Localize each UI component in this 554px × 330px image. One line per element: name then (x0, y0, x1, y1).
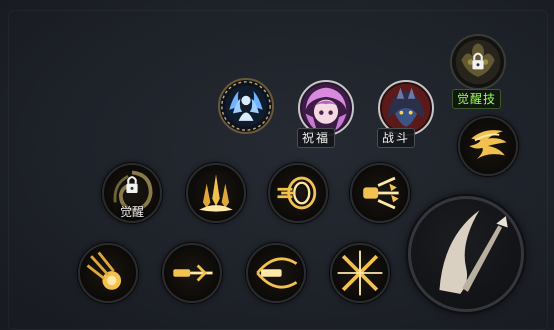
awaken-locked-skill-button[interactable]: 觉醒 (102, 163, 162, 223)
cannon-arc-skill-button[interactable] (246, 243, 306, 303)
meteor-skill-icon (86, 251, 122, 290)
combat-label: 战斗 (377, 128, 416, 148)
crystal-burst-skill-button[interactable] (186, 163, 246, 223)
dash-skill-icon (469, 130, 507, 160)
awaken-skill-button[interactable] (450, 34, 506, 90)
spirit-figure-icon (221, 81, 271, 131)
character-portrait-icon (301, 83, 351, 133)
attack-button[interactable] (408, 196, 524, 312)
fist-strike-icon (363, 176, 399, 210)
awaken-skill-slot-label: 觉醒 (119, 205, 144, 219)
cannon-arc-icon (256, 257, 298, 289)
cross-slash-icon (337, 250, 383, 296)
dash-skill-button[interactable] (458, 116, 518, 176)
cross-slash-skill-button[interactable] (330, 243, 390, 303)
character-portrait-icon (381, 83, 431, 133)
blessing-label: 祝福 (297, 128, 336, 148)
vortex-skill-button[interactable] (268, 163, 328, 223)
blade-attack-icon (439, 210, 508, 294)
fist-strike-skill-button[interactable] (350, 163, 410, 223)
meteor-skill-button[interactable] (78, 243, 138, 303)
lock-icon (472, 52, 484, 70)
gun-shot-skill-button[interactable] (162, 243, 222, 303)
crystal-burst-icon (199, 174, 233, 212)
gun-shot-icon (173, 264, 213, 282)
spirit-skill-button[interactable] (218, 78, 274, 134)
awaken-skill-label: 觉醒技 (452, 89, 502, 109)
vortex-skill-icon (277, 176, 317, 210)
